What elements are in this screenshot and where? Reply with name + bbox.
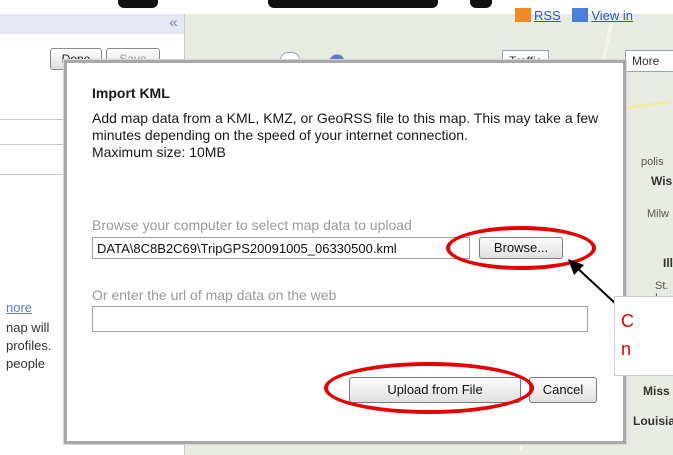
map-place-label: Wis (651, 174, 673, 188)
file-path-input[interactable]: DATA\8C8B2C69\TripGPS20091005_06330500.k… (92, 237, 470, 259)
sidebar-text-line: people (6, 356, 46, 371)
max-size-text: Maximum size: 10MB (92, 144, 226, 160)
browse-hint-label: Browse your computer to select map data … (92, 217, 412, 233)
url-hint-label: Or enter the url of map data on the web (92, 287, 337, 303)
callout-text: C (621, 311, 634, 331)
left-panel-header (0, 14, 163, 34)
collapse-panel-icon[interactable]: « (163, 14, 184, 34)
map-place-label: polis (641, 156, 664, 168)
rss-icon (515, 8, 531, 22)
annotation-callout: C n (614, 296, 673, 376)
divider (0, 174, 64, 175)
rss-link[interactable]: RSS (534, 8, 561, 23)
divider (0, 144, 64, 145)
map-place-label: Milw (647, 208, 669, 220)
earth-icon (572, 8, 589, 22)
top-links: RSS View in (515, 8, 633, 28)
cancel-button[interactable]: Cancel (529, 377, 597, 403)
sidebar-text-line: profiles. (6, 338, 52, 353)
more-button[interactable]: More (625, 50, 673, 72)
sidebar-text-line: nap will (6, 320, 50, 335)
more-link[interactable]: nore (6, 300, 32, 315)
map-place-label: Miss (643, 384, 670, 398)
dialog-title: Import KML (92, 85, 170, 101)
view-in-link[interactable]: View in (591, 8, 633, 23)
annotation-ring (324, 362, 534, 414)
divider (0, 119, 64, 120)
url-input[interactable] (92, 306, 588, 332)
map-place-label: Ill (663, 256, 673, 270)
callout-text: n (621, 339, 632, 359)
dialog-description: Add map data from a KML, KMZ, or GeoRSS … (92, 110, 599, 143)
map-place-label: Louisian (633, 414, 673, 428)
